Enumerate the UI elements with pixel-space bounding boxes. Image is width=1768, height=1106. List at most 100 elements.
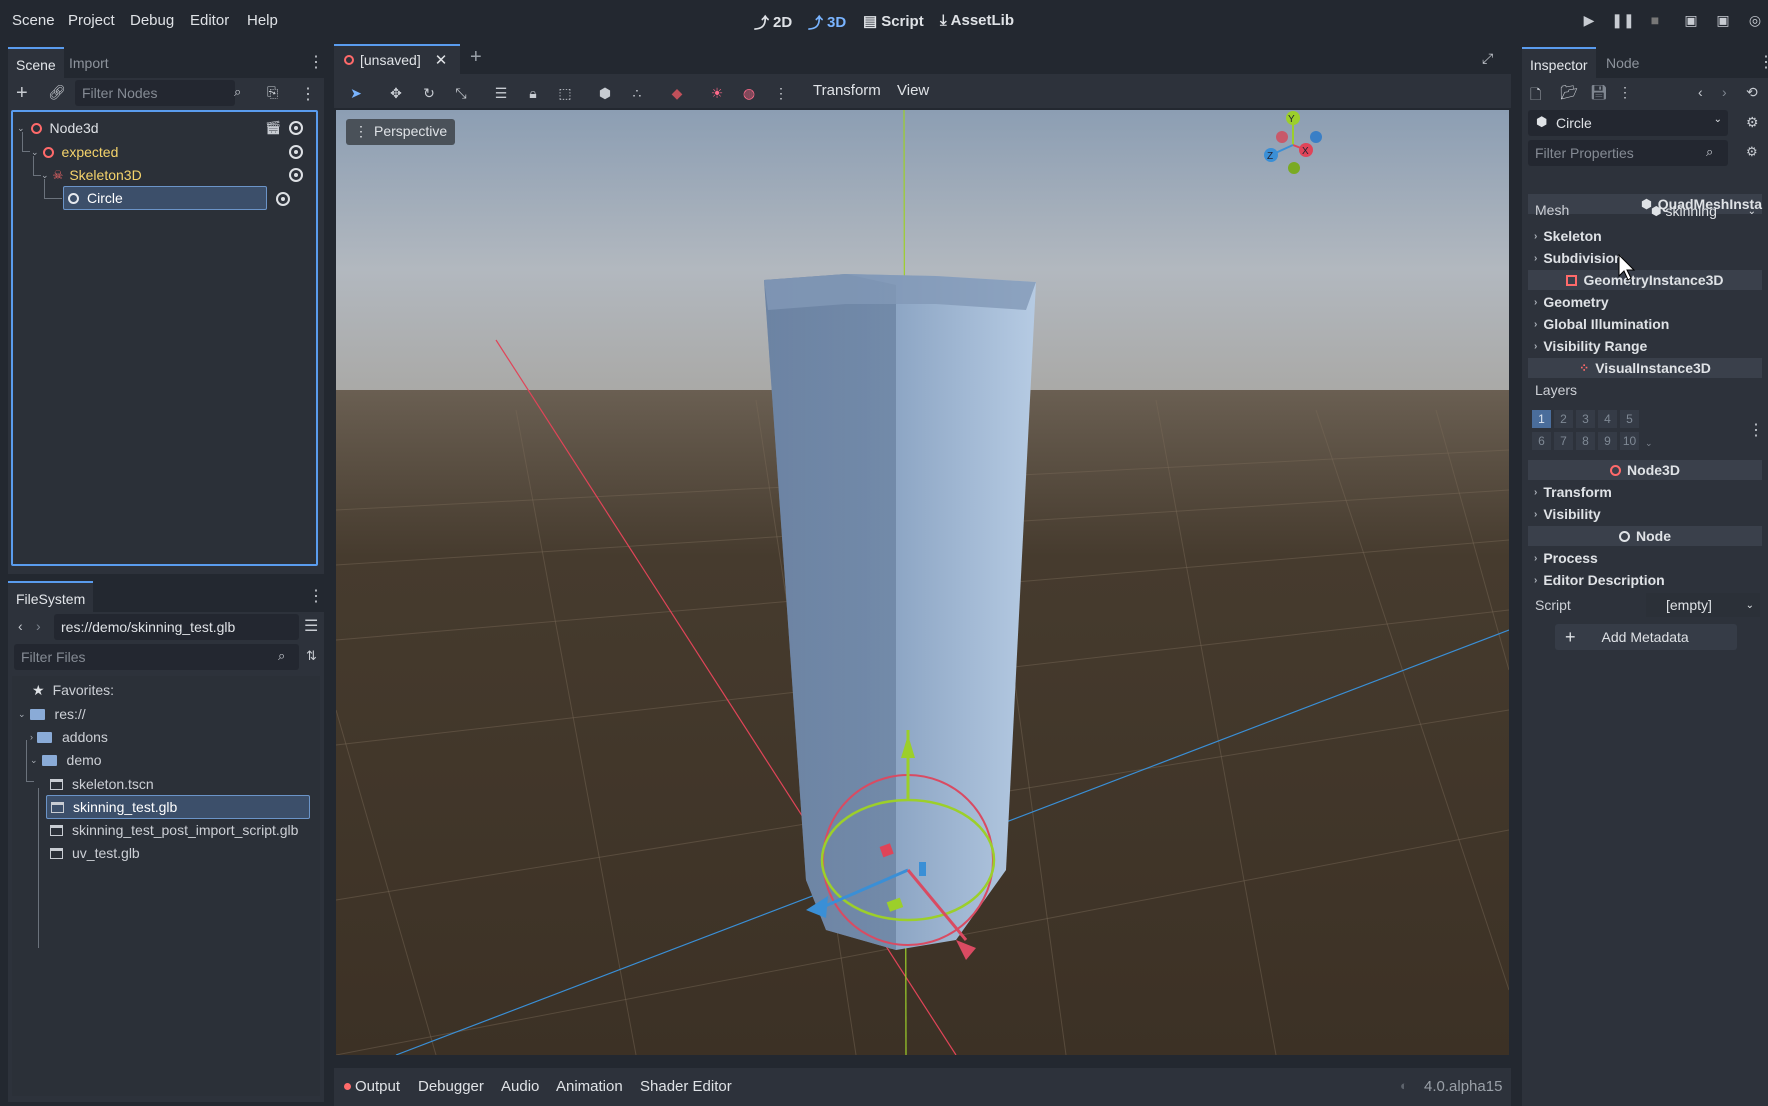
layers-menu-icon[interactable]: ⋮ [1748,420,1764,440]
dock-menu-icon[interactable]: ⋮ [308,52,324,72]
snap-icon[interactable]: ∴ [626,82,648,104]
filter-nodes-input[interactable]: Filter Nodes [75,80,235,106]
section-transform[interactable]: › Transform [1528,482,1762,502]
layer-3[interactable]: 3 [1576,410,1595,428]
lock-icon[interactable]: 🔒︎ [522,82,544,104]
menu-scene[interactable]: Scene [12,12,55,29]
tab-animation[interactable]: Animation [556,1078,623,1095]
file-item[interactable]: skinning_test_post_import_script.glb [50,818,298,842]
dock-menu-icon[interactable]: ⋮ [1758,52,1768,72]
dock-menu-icon[interactable]: ⋮ [308,586,324,606]
section-subdivision[interactable]: › Subdivision [1528,248,1762,268]
group-icon[interactable]: ⬚ [554,82,576,104]
visibility-eye-icon[interactable] [276,192,290,206]
play-icon[interactable]: ▶ [1580,11,1598,29]
tab-node[interactable]: Node [1598,47,1647,78]
tab-audio[interactable]: Audio [501,1078,539,1095]
history-icon[interactable]: ⟲ [1746,84,1758,101]
add-node-icon[interactable]: + [16,82,28,105]
tree-item-skeleton3d[interactable]: ⌄ ☠ Skeleton3D [41,163,312,187]
sun-preview-icon[interactable]: ☀ [706,82,728,104]
history-back-icon[interactable]: ‹ [1698,84,1703,100]
tab-scene[interactable]: Scene [8,47,64,78]
play-custom-scene-icon[interactable]: ▣ [1714,11,1732,29]
layer-1[interactable]: 1 [1532,410,1551,428]
filter-files-input[interactable]: Filter Files [14,644,299,670]
3d-viewport[interactable]: Y X Z ⋮ Perspective [336,110,1509,1055]
folder-res[interactable]: ⌄ res:// [18,702,86,726]
object-tools-icon[interactable]: ⚙ [1746,114,1759,131]
layer-5[interactable]: 5 [1620,410,1639,428]
environment-preview-icon[interactable]: ◍ [738,82,760,104]
local-space-icon[interactable]: ⬢ [594,82,616,104]
visibility-eye-icon[interactable] [289,168,303,182]
add-metadata-button[interactable]: + Add Metadata [1555,624,1737,650]
more-icon[interactable]: ⋮ [1618,84,1632,101]
movie-maker-icon[interactable]: ◎ [1746,11,1764,29]
tab-output[interactable]: Output [355,1078,400,1095]
layer-7[interactable]: 7 [1554,432,1573,450]
mesh-property-value[interactable]: ⬢ skinning ⌄ [1645,199,1760,223]
menu-editor[interactable]: Editor [190,12,229,29]
menu-project[interactable]: Project [68,12,115,29]
file-item[interactable]: uv_test.glb [50,841,140,865]
more-options-icon[interactable]: ⋮ [770,82,792,104]
visibility-eye-icon[interactable] [289,121,303,135]
section-editor-description[interactable]: › Editor Description [1528,570,1762,590]
workspace-2d-button[interactable]: ⤴ 2D [754,12,792,33]
tab-filesystem[interactable]: FileSystem [8,581,94,612]
save-icon[interactable]: 💾︎ [1590,84,1608,101]
tree-item-circle[interactable]: Circle [63,186,267,210]
section-visibility[interactable]: › Visibility [1528,504,1762,524]
pause-icon[interactable]: ❚❚ [1611,11,1634,29]
property-options-icon[interactable]: ⚙ [1746,144,1758,160]
history-forward-icon[interactable]: › [1722,84,1727,100]
folder-addons[interactable]: › addons [30,725,108,749]
scene-tab-unsaved[interactable]: [unsaved] ✕ [334,44,460,74]
workspace-assetlib-button[interactable]: ⤓ AssetLib [940,12,1014,29]
file-item[interactable]: skeleton.tscn [50,772,154,796]
layer-4[interactable]: 4 [1598,410,1617,428]
section-process[interactable]: › Process [1528,548,1762,568]
layer-6[interactable]: 6 [1532,432,1551,450]
link-icon[interactable]: 🔗︎ [48,84,66,101]
menu-help[interactable]: Help [247,12,278,29]
path-field[interactable]: res://demo/skinning_test.glb [54,614,299,640]
scene-instance-icon[interactable]: 🎬︎ [265,120,282,136]
select-tool-icon[interactable]: ➤ [345,82,367,104]
stop-icon[interactable]: ■ [1646,11,1664,29]
object-selector[interactable]: ⬢ Circle ⌄ [1528,110,1728,136]
forward-icon[interactable]: › [36,618,41,634]
script-property-value[interactable]: [empty] ⌄ [1646,593,1760,617]
split-view-icon[interactable]: ☰ [304,616,318,636]
layer-10[interactable]: 10 [1620,432,1639,450]
play-scene-icon[interactable]: ▣ [1682,11,1700,29]
open-folder-icon[interactable]: 📂︎ [1560,84,1578,101]
new-resource-icon[interactable]: 🗋︎ [1530,84,1541,108]
scale-tool-icon[interactable]: ⤡ [450,82,472,104]
tab-debugger[interactable]: Debugger [418,1078,484,1095]
rotate-tool-icon[interactable]: ↻ [418,82,440,104]
tab-shader-editor[interactable]: Shader Editor [640,1078,732,1095]
back-icon[interactable]: ‹ [18,618,23,634]
instance-scene-icon[interactable]: ⎘ [267,84,278,101]
tab-import[interactable]: Import [61,47,117,78]
sort-icon[interactable]: ⇅ [306,648,317,664]
section-skeleton[interactable]: › Skeleton [1528,226,1762,246]
layer-9[interactable]: 9 [1598,432,1617,450]
section-visibility-range[interactable]: › Visibility Range [1528,336,1762,356]
layer-8[interactable]: 8 [1576,432,1595,450]
close-icon[interactable]: ✕ [435,51,448,69]
visibility-eye-icon[interactable] [289,145,303,159]
file-item-selected[interactable]: skinning_test.glb [46,795,310,819]
add-tab-icon[interactable]: + [470,46,482,69]
distraction-free-icon[interactable]: ⤢ [1482,50,1493,67]
view-menu[interactable]: View [897,82,929,99]
menu-debug[interactable]: Debug [130,12,174,29]
section-geometry[interactable]: › Geometry [1528,292,1762,312]
workspace-script-button[interactable]: ▤ Script [863,12,924,31]
section-global-illumination[interactable]: › Global Illumination [1528,314,1762,334]
tree-item-node3d[interactable]: ⌄ Node3d 🎬︎ [17,116,312,140]
workspace-3d-button[interactable]: ⤴ 3D [808,12,846,33]
list-select-icon[interactable]: ☰ [490,82,512,104]
